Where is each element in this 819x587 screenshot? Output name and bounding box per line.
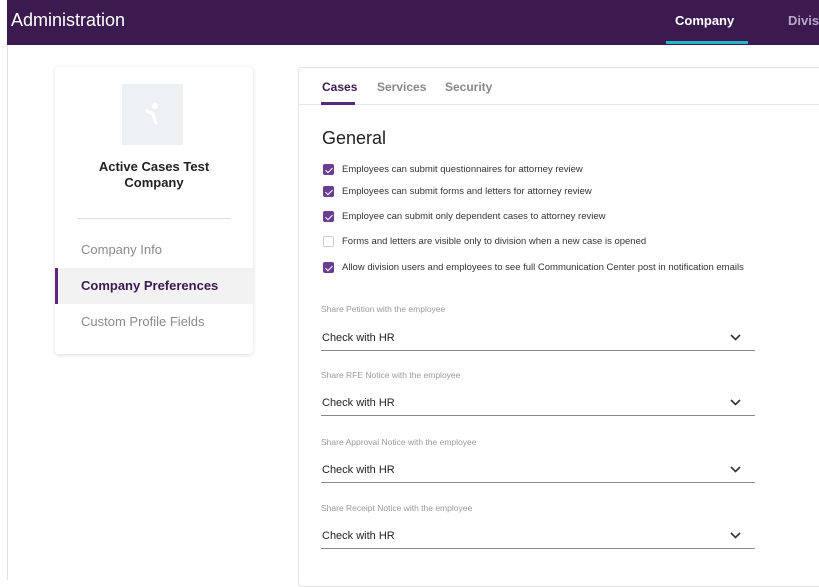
sidebar-item-custom-profile-fields[interactable]: Custom Profile Fields (55, 304, 253, 340)
chevron-down-icon (730, 334, 741, 341)
select-share-rfe-notice[interactable]: Check with HR (321, 394, 755, 416)
select-share-petition[interactable]: Check with HR (321, 329, 755, 351)
select-value: Check with HR (322, 464, 395, 476)
select-share-approval-notice[interactable]: Check with HR (321, 461, 755, 483)
checkbox-label: Employee can submit only dependent cases… (342, 211, 606, 222)
chevron-down-icon (730, 532, 741, 539)
tab-security[interactable]: Security (445, 80, 492, 94)
checkbox-label: Forms and letters are visible only to di… (342, 236, 647, 247)
sidebar-divider (77, 218, 231, 219)
company-name: Active Cases Test Company (98, 159, 210, 190)
checkbox-label: Allow division users and employees to se… (342, 262, 744, 273)
checkbox-label: Employees can submit forms and letters f… (342, 186, 592, 197)
checkbox-unchecked[interactable] (323, 236, 334, 247)
tab-services[interactable]: Services (377, 80, 426, 94)
select-value: Check with HR (322, 397, 395, 409)
section-title-general: General (322, 128, 387, 148)
top-header-bar: Administration Company Divisi (7, 0, 819, 45)
checkbox-checked[interactable] (323, 262, 334, 273)
person-figure-icon (145, 103, 158, 125)
checkbox-checked[interactable] (323, 186, 334, 197)
chevron-down-icon (730, 466, 741, 473)
checkbox-checked[interactable] (323, 164, 334, 175)
chevron-down-icon (730, 399, 741, 406)
select-label-rfe-notice: Share RFE Notice with the employee (321, 370, 461, 380)
tab-active-indicator (321, 102, 355, 105)
app-title: Administration (11, 10, 126, 30)
select-label-petition: Share Petition with the employee (321, 304, 446, 314)
nav-tab-company[interactable]: Company (675, 13, 734, 28)
company-logo (122, 84, 183, 145)
nav-tab-division[interactable]: Divisi (788, 13, 819, 28)
select-share-receipt-notice[interactable]: Check with HR (321, 527, 755, 549)
select-value: Check with HR (322, 332, 395, 344)
page-left-border (7, 0, 8, 580)
select-label-receipt-notice: Share Receipt Notice with the employee (321, 503, 473, 513)
preferences-tabs: Cases Services Security (299, 68, 819, 105)
sidebar-item-company-preferences[interactable]: Company Preferences (55, 268, 253, 304)
nav-active-indicator (666, 41, 748, 44)
tab-cases[interactable]: Cases (322, 80, 357, 94)
preferences-panel: Cases Services Security General Employee… (298, 67, 819, 587)
checkbox-checked[interactable] (323, 211, 334, 222)
select-label-approval-notice: Share Approval Notice with the employee (321, 437, 477, 447)
sidebar-item-company-info[interactable]: Company Info (55, 232, 253, 268)
company-sidebar-card: Active Cases Test Company Company Info C… (55, 67, 253, 354)
checkbox-label: Employees can submit questionnaires for … (342, 164, 583, 175)
select-value: Check with HR (322, 530, 395, 542)
